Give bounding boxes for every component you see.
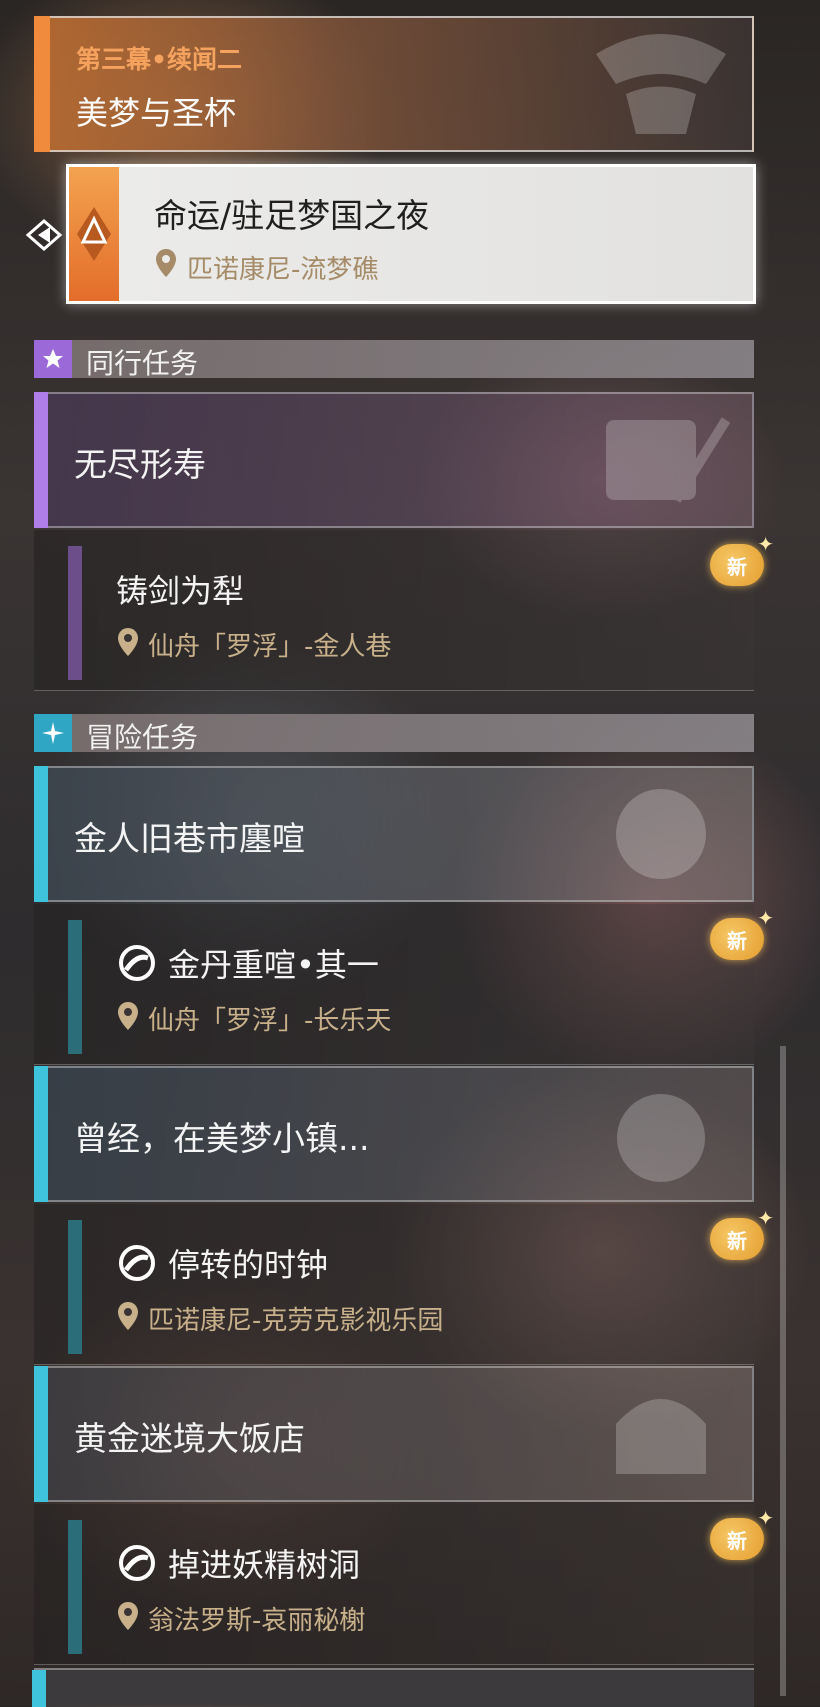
group-accent-bar (34, 1066, 48, 1202)
quest-title: 停转的时钟 (168, 1246, 329, 1284)
adventure-quest-icon (119, 945, 155, 981)
quest-group-card[interactable]: 无尽形寿 (34, 392, 754, 528)
new-badge: 新 (710, 532, 774, 586)
quest-location: 匹诺康尼-克劳克影视乐园 (148, 1306, 444, 1336)
hotel-emblem-icon (616, 1399, 706, 1474)
sparkle-icon (34, 714, 72, 752)
main-quest-card[interactable]: 第三幕•续闻二 美梦与圣杯 (34, 16, 754, 152)
active-quest-title: 命运/驻足梦国之夜 (154, 196, 430, 235)
section-header-label: 同行任务 (86, 347, 199, 380)
quest-location: 仙舟「罗浮」-金人巷 (148, 632, 392, 662)
active-quest-location: 匹诺康尼-流梦礁 (187, 255, 379, 285)
quest-title: 掉进妖精树洞 (168, 1546, 361, 1584)
location-pin-icon (118, 628, 138, 656)
companion-mission-header: 同行任务 (34, 340, 754, 380)
quest-list-item[interactable]: 铸剑为犁 仙舟「罗浮」-金人巷 新 (34, 530, 774, 691)
quest-group-card[interactable]: 曾经，在美梦小镇... (34, 1066, 754, 1202)
quest-location: 仙舟「罗浮」-长乐天 (148, 1006, 392, 1036)
sub-accent-bar (68, 1520, 82, 1654)
group-accent-bar (34, 392, 48, 528)
sub-accent-bar (68, 920, 82, 1054)
trailblaze-mission-icon (77, 207, 111, 261)
luofu-emblem-icon (616, 789, 706, 879)
quest-group-card[interactable] (32, 1668, 754, 1707)
new-badge: 新 (710, 906, 774, 960)
new-badge: 新 (710, 1206, 774, 1260)
quest-group-title: 曾经，在美梦小镇... (74, 1119, 370, 1158)
sub-accent-bar (68, 546, 82, 680)
quest-list-item[interactable]: 停转的时钟 匹诺康尼-克劳克影视乐园 新 (34, 1204, 774, 1365)
main-quest-title: 美梦与圣杯 (76, 94, 237, 132)
location-pin-icon (118, 1002, 138, 1030)
location-pin-icon (118, 1602, 138, 1630)
active-quest-strip (69, 167, 119, 301)
quest-group-title: 金人旧巷市廛喧 (74, 819, 305, 858)
quest-list-item[interactable]: 金丹重喧•其一 仙舟「罗浮」-长乐天 新 (34, 904, 774, 1065)
active-quest-card[interactable]: 命运/驻足梦国之夜 匹诺康尼-流梦礁 (66, 164, 756, 304)
group-accent-bar (34, 766, 48, 902)
quest-group-card[interactable]: 黄金迷境大饭店 (34, 1366, 754, 1502)
adventure-mission-header: 冒险任务 (34, 714, 754, 754)
location-pin-icon (118, 1302, 138, 1330)
quest-group-card[interactable]: 金人旧巷市廛喧 (34, 766, 754, 902)
quest-list-item[interactable]: 掉进妖精树洞 翁法罗斯-哀丽秘榭 新 (34, 1504, 774, 1665)
quest-group-title: 黄金迷境大饭店 (74, 1419, 305, 1458)
quest-group-title: 无尽形寿 (74, 445, 206, 484)
new-badge: 新 (710, 1506, 774, 1560)
group-accent-bar (34, 1366, 48, 1502)
group-accent-bar (32, 1670, 46, 1707)
sub-accent-bar (68, 1220, 82, 1354)
star-icon (34, 340, 72, 378)
penacony-emblem-icon (617, 1094, 705, 1182)
quest-title: 金丹重喧•其一 (168, 946, 379, 984)
main-quest-accent-bar (34, 16, 50, 152)
quest-location: 翁法罗斯-哀丽秘榭 (148, 1606, 366, 1636)
scrollbar[interactable] (780, 1046, 786, 1696)
current-selection-pointer-icon (24, 215, 66, 259)
quest-title: 铸剑为犁 (116, 572, 245, 610)
adventure-quest-icon (119, 1245, 155, 1281)
trailblaze-emblem-icon (596, 34, 726, 134)
adventure-quest-icon (119, 1545, 155, 1581)
location-pin-icon (156, 249, 176, 277)
companion-emblem-icon (606, 417, 731, 503)
chapter-label: 第三幕•续闻二 (76, 45, 242, 74)
section-header-label: 冒险任务 (86, 721, 199, 754)
